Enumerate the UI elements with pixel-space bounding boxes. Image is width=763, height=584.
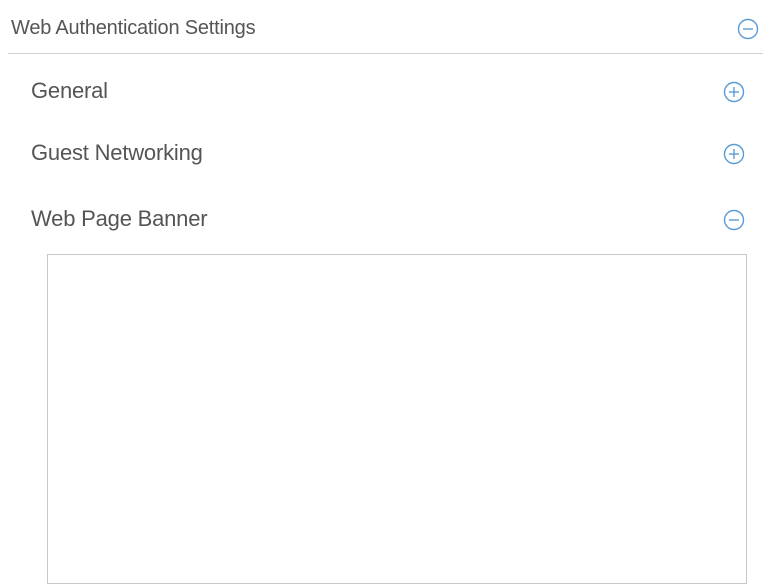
minus-circle-icon (737, 18, 759, 40)
plus-circle-icon (723, 81, 745, 103)
section-guest-networking[interactable]: Guest Networking (30, 134, 755, 174)
panel-title: Web Authentication Settings (11, 17, 256, 39)
section-guest-networking-label: Guest Networking (31, 140, 203, 165)
section-general[interactable]: General (30, 72, 755, 112)
collapse-panel-button[interactable] (737, 18, 759, 40)
expand-guest-networking-button[interactable] (723, 143, 745, 165)
minus-circle-icon (723, 209, 745, 231)
collapse-web-page-banner-button[interactable] (723, 209, 745, 231)
web-page-banner-textarea[interactable] (47, 254, 747, 584)
web-authentication-settings-panel: Web Authentication Settings General Gues… (0, 0, 763, 584)
plus-circle-icon (723, 143, 745, 165)
section-web-page-banner[interactable]: Web Page Banner (30, 200, 755, 240)
panel-header: Web Authentication Settings (8, 8, 763, 54)
section-web-page-banner-label: Web Page Banner (31, 206, 208, 231)
expand-general-button[interactable] (723, 81, 745, 103)
section-general-label: General (31, 78, 108, 103)
